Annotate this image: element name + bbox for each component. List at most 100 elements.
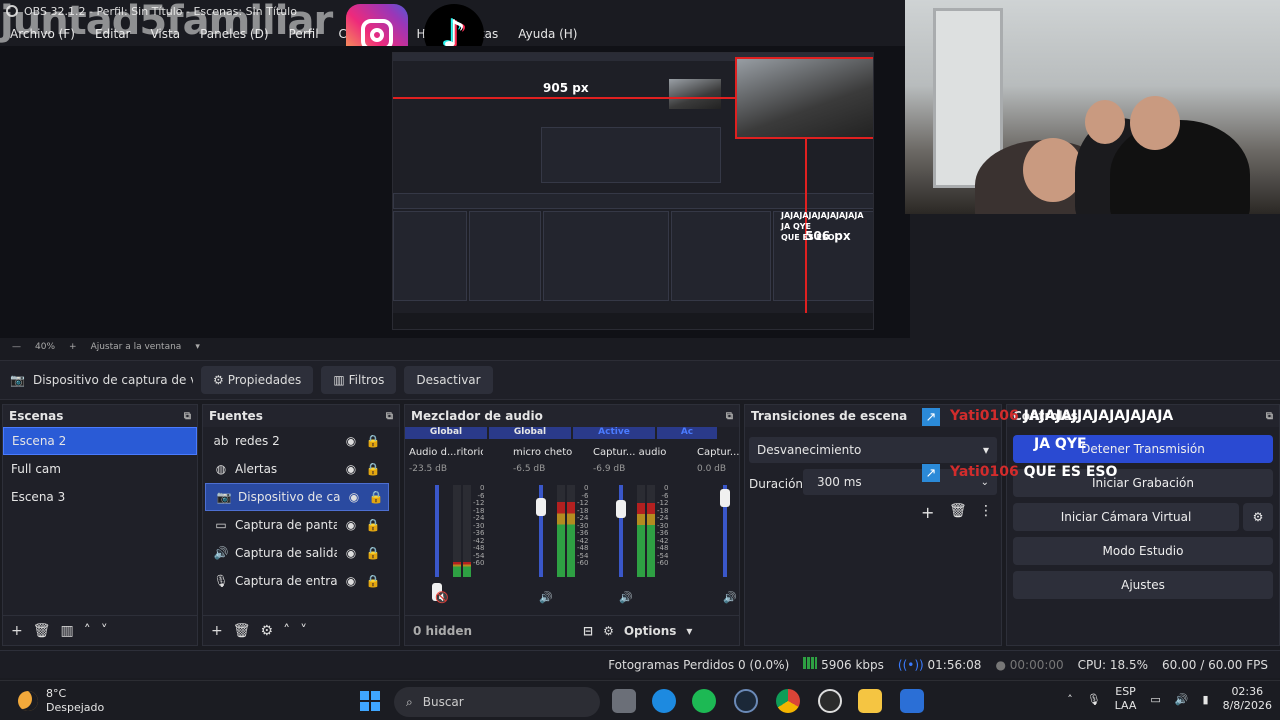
weather-widget[interactable]: 8°C Despejado xyxy=(18,687,104,715)
battery-icon[interactable]: ▮ xyxy=(1203,693,1209,706)
steam-icon[interactable] xyxy=(734,689,758,713)
trash-icon[interactable]: 🗑 xyxy=(233,623,251,639)
clock-date: 8/8/2026 xyxy=(1222,699,1272,712)
obs-icon[interactable] xyxy=(818,689,842,713)
trash-icon[interactable]: 🗑 xyxy=(949,503,967,519)
popout-icon[interactable]: ⧉ xyxy=(1266,411,1273,422)
add-transition-icon[interactable]: + xyxy=(921,503,934,522)
gear-icon[interactable]: ⚙ xyxy=(603,624,614,638)
move-up-icon[interactable]: ˄ xyxy=(283,623,290,639)
volume-icon[interactable]: 🔊 xyxy=(1175,693,1189,706)
popout-icon[interactable]: ⧉ xyxy=(726,411,733,422)
folder-icon[interactable] xyxy=(858,689,882,713)
deactivate-button[interactable]: Desactivar xyxy=(404,366,493,394)
duration-label: Duración xyxy=(749,477,804,491)
hidden-count[interactable]: 0 hidden xyxy=(413,624,573,638)
move-down-icon[interactable]: ˅ xyxy=(300,623,307,639)
fader-knob[interactable] xyxy=(536,498,546,517)
lock-icon[interactable]: 🔒 xyxy=(365,518,381,532)
volume-fader[interactable] xyxy=(619,485,623,577)
eye-icon[interactable]: ◉ xyxy=(343,574,359,588)
studio-mode-button[interactable]: Modo Estudio xyxy=(1013,537,1273,565)
chevron-down-icon[interactable]: ▾ xyxy=(195,342,200,352)
speaker-icon[interactable]: 🔊 xyxy=(723,591,737,604)
mixer-tab[interactable]: Ac xyxy=(657,427,717,439)
webcam-feed xyxy=(905,0,1280,214)
network-icon[interactable]: ▭ xyxy=(1150,693,1160,706)
fader-knob[interactable] xyxy=(616,499,626,518)
lock-icon[interactable]: 🔒 xyxy=(365,434,381,448)
person xyxy=(1110,120,1250,214)
source-item[interactable]: 🔊 Captura de salida de audio ◉ 🔒 xyxy=(203,539,399,567)
windows-taskbar: 8°C Despejado ⌕ Buscar ˄ 🎙 ESP LAA ▭ 🔊 ▮ … xyxy=(0,680,1280,720)
channel-name: Audio d...ritorio xyxy=(409,447,483,458)
mixer-tab[interactable]: Active xyxy=(573,427,655,439)
mixer-tab[interactable]: Global xyxy=(489,427,571,439)
muted-speaker-icon[interactable]: 🔇 xyxy=(435,591,449,604)
scene-item[interactable]: Full cam xyxy=(3,455,197,483)
minus-icon[interactable]: — xyxy=(12,342,21,352)
store-icon[interactable] xyxy=(900,689,924,713)
chevron-up-icon[interactable]: ˄ xyxy=(1067,693,1073,706)
status-bar: Fotogramas Perdidos 0 (0.0%) 5906 kbps (… xyxy=(0,650,1280,678)
layout-icon[interactable]: ⊟ xyxy=(583,624,593,638)
transition-select[interactable]: Desvanecimiento ▾ xyxy=(749,437,997,463)
source-item[interactable]: 🎙 Captura de entrada de audio ◉ 🔒 xyxy=(203,567,399,595)
properties-button[interactable]: ⚙ Propiedades xyxy=(200,366,314,394)
add-scene-icon[interactable]: + xyxy=(11,623,23,639)
lock-icon[interactable]: 🔒 xyxy=(368,490,384,504)
chrome-icon[interactable] xyxy=(776,689,800,713)
menu-ayuda[interactable]: Ayuda (H) xyxy=(508,27,587,41)
db-scale: 0 -6 -12 -18 -24 -30 -36 -42 -48 -54 -60 xyxy=(473,484,484,568)
volume-fader[interactable] xyxy=(435,485,439,577)
clock[interactable]: 02:36 8/8/2026 xyxy=(1223,685,1272,713)
lock-icon[interactable]: 🔒 xyxy=(365,574,381,588)
level-meter xyxy=(463,485,471,577)
plus-icon[interactable]: + xyxy=(69,342,77,352)
width-indicator: 905 px xyxy=(543,81,589,95)
chevron-down-icon[interactable]: ▾ xyxy=(686,624,692,638)
windows-start-icon[interactable] xyxy=(360,691,380,711)
spotify-icon[interactable] xyxy=(692,689,716,713)
level-fill xyxy=(453,562,461,577)
gear-icon[interactable]: ⚙ xyxy=(261,623,274,639)
popout-icon[interactable]: ⧉ xyxy=(386,411,393,422)
source-item[interactable]: ▭ Captura de pantalla ◉ 🔒 xyxy=(203,511,399,539)
lock-icon[interactable]: 🔒 xyxy=(365,462,381,476)
speaker-icon[interactable]: 🔊 xyxy=(539,591,553,604)
popout-icon[interactable]: ⧉ xyxy=(184,411,191,422)
mixer-tab[interactable]: Global xyxy=(405,427,487,439)
trash-icon[interactable]: 🗑 xyxy=(33,623,51,639)
move-up-icon[interactable]: ˄ xyxy=(84,623,91,639)
task-view-icon[interactable] xyxy=(612,689,636,713)
mic-icon[interactable]: 🎙 xyxy=(1087,693,1101,706)
edge-icon[interactable] xyxy=(652,689,676,713)
lock-icon[interactable]: 🔒 xyxy=(365,546,381,560)
add-source-icon[interactable]: + xyxy=(211,623,223,639)
more-icon[interactable]: ⋮ xyxy=(979,503,993,519)
fader-knob[interactable] xyxy=(720,488,730,507)
eye-icon[interactable]: ◉ xyxy=(343,546,359,560)
eye-icon[interactable]: ◉ xyxy=(343,434,359,448)
source-item[interactable]: 📷 Dispositivo de captura de video ◉ 🔒 xyxy=(205,483,389,511)
scene-item[interactable]: Escena 3 xyxy=(3,483,197,511)
gear-icon[interactable]: ⚙ xyxy=(1243,503,1273,531)
language[interactable]: ESP LAA xyxy=(1115,685,1137,713)
settings-button[interactable]: Ajustes xyxy=(1013,571,1273,599)
source-item[interactable]: ◍ Alertas ◉ 🔒 xyxy=(203,455,399,483)
source-item[interactable]: ab redes 2 ◉ 🔒 xyxy=(203,427,399,455)
move-down-icon[interactable]: ˅ xyxy=(101,623,108,639)
virtual-camera-button[interactable]: Iniciar Cámara Virtual xyxy=(1013,503,1239,531)
mic-icon: 🎙 xyxy=(213,574,229,588)
speaker-icon[interactable]: 🔊 xyxy=(619,591,633,604)
scene-item[interactable]: Escena 2 xyxy=(3,427,197,455)
options-button[interactable]: Options xyxy=(624,624,677,638)
filters-button[interactable]: ▥ Filtros xyxy=(321,366,397,394)
eye-icon[interactable]: ◉ xyxy=(346,490,362,504)
filter-icon[interactable]: ▥ xyxy=(61,623,74,639)
fit-window[interactable]: Ajustar a la ventana xyxy=(91,342,182,352)
eye-icon[interactable]: ◉ xyxy=(343,462,359,476)
selected-source-name: Dispositivo de captura de v xyxy=(32,373,193,387)
eye-icon[interactable]: ◉ xyxy=(343,518,359,532)
taskbar-search[interactable]: ⌕ Buscar xyxy=(394,687,600,717)
